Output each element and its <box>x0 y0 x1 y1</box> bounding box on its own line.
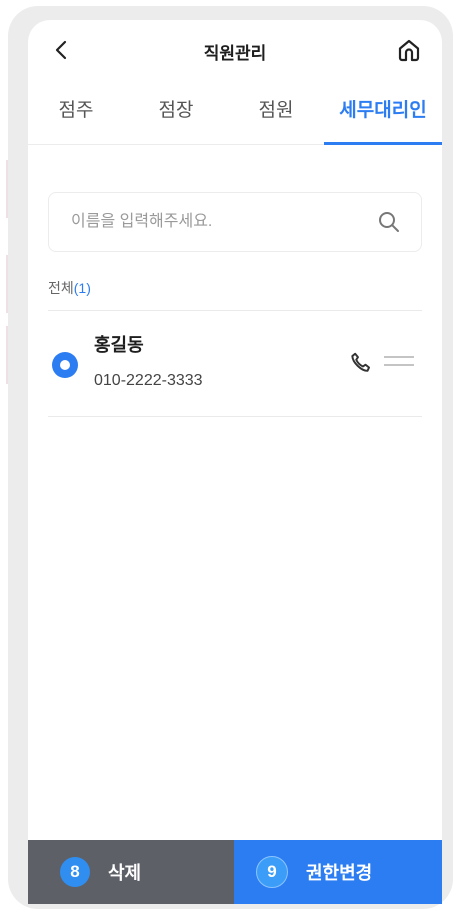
tab-staff[interactable]: 점원 <box>246 92 306 144</box>
step-badge: 8 <box>60 857 90 887</box>
app-screen: 직원관리 점주 점장 점원 세무대리인 전체(1) 홍길동 010-2222-3… <box>28 20 442 904</box>
select-radio[interactable] <box>52 352 78 378</box>
delete-button-label: 삭제 <box>108 863 142 883</box>
search-icon[interactable] <box>377 210 401 234</box>
tab-manager[interactable]: 점장 <box>146 92 206 144</box>
delete-button[interactable]: 8 삭제 <box>28 840 234 904</box>
frame-edge-mark <box>6 160 8 218</box>
employee-name: 홍길동 <box>94 335 144 355</box>
frame-edge-mark <box>6 255 8 313</box>
total-label: 전체 <box>48 280 74 296</box>
tab-owner[interactable]: 점주 <box>46 92 106 144</box>
tab-tax-agent[interactable]: 세무대리인 <box>324 92 442 145</box>
total-count-value: (1) <box>73 280 91 296</box>
tab-bar: 점주 점장 점원 세무대리인 <box>28 92 442 145</box>
frame-edge-mark <box>6 326 8 384</box>
drag-handle-icon[interactable] <box>384 356 414 370</box>
search-input[interactable] <box>71 193 351 251</box>
phone-icon[interactable] <box>348 350 374 376</box>
employee-phone: 010-2222-3333 <box>94 372 203 389</box>
step-badge: 9 <box>256 856 288 888</box>
list-item: 홍길동 010-2222-3333 <box>48 311 422 417</box>
total-count: 전체(1) <box>48 278 91 298</box>
search-box <box>48 192 422 252</box>
action-bar: 8 삭제 9 권한변경 <box>28 840 442 904</box>
home-icon[interactable] <box>396 37 422 63</box>
change-permission-label: 권한변경 <box>306 863 373 883</box>
header: 직원관리 <box>28 20 442 80</box>
page-title: 직원관리 <box>203 44 267 63</box>
change-permission-button[interactable]: 9 권한변경 <box>234 840 442 904</box>
